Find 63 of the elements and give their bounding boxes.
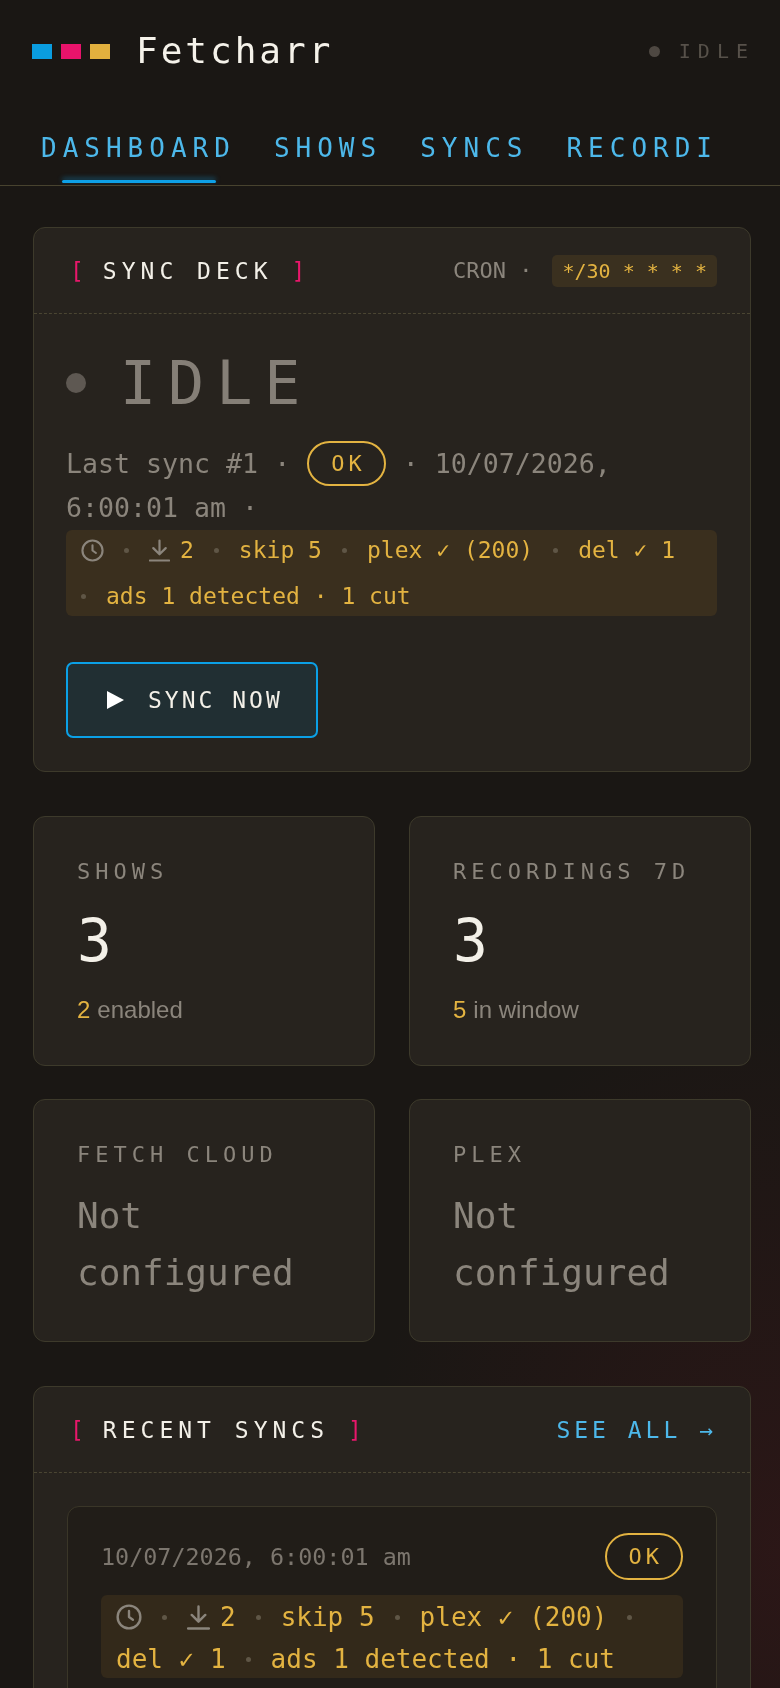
state-dot-icon bbox=[66, 373, 86, 393]
section-title: SYNC DECK bbox=[102, 256, 273, 286]
separator-dot-icon bbox=[394, 1614, 400, 1620]
summary-item: ads 1 detected · 1 cut bbox=[270, 1643, 615, 1676]
close-bracket: ] bbox=[348, 1415, 362, 1445]
summary-item: skip 5 bbox=[238, 536, 322, 565]
cron-expression: */30 * * * * bbox=[551, 254, 717, 287]
open-bracket: [ bbox=[70, 256, 84, 286]
app-title: Fetcharr bbox=[136, 29, 334, 73]
stat-detail-count: 5 bbox=[453, 995, 467, 1025]
download-icon bbox=[187, 1604, 210, 1630]
download-count: 2 bbox=[220, 1601, 236, 1634]
separator-dot-icon bbox=[162, 1614, 167, 1620]
nav-tab[interactable]: SYNCS bbox=[410, 102, 539, 185]
nav-tab[interactable]: SHOWS bbox=[263, 102, 393, 185]
summary-item: del ✓ 1 bbox=[578, 536, 676, 565]
stat-detail-count: 2 bbox=[77, 995, 91, 1025]
summary-item: skip 5 bbox=[280, 1601, 375, 1634]
stat-value: 3 bbox=[77, 908, 112, 974]
summary-item: plex ✓ (200) bbox=[366, 536, 534, 565]
summary-item: del ✓ 1 bbox=[116, 1643, 226, 1676]
open-bracket: [ bbox=[70, 1415, 84, 1445]
status-dot-icon bbox=[648, 45, 660, 57]
stat-detail: in window bbox=[473, 995, 579, 1025]
status-badge: OK bbox=[307, 441, 386, 486]
service-status: Not configured bbox=[453, 1194, 671, 1295]
separator-dot-icon bbox=[245, 1656, 251, 1662]
stat-value: 3 bbox=[453, 908, 488, 974]
service-status: Not configured bbox=[77, 1194, 295, 1295]
status-badge: OK bbox=[604, 1533, 683, 1580]
sync-time: 10/07/2026, 6:00:01 am bbox=[101, 1541, 411, 1573]
nav-tab[interactable]: RECORDI bbox=[556, 102, 729, 185]
nav-tab[interactable]: DASHBOARD bbox=[31, 102, 246, 185]
last-sync-time: 6:00:01 am · bbox=[66, 491, 259, 525]
last-sync-date: · 10/07/2026, bbox=[402, 446, 611, 481]
logo-icon bbox=[32, 43, 110, 59]
stat-label: RECORDINGS 7D bbox=[453, 858, 691, 886]
download-count: 2 bbox=[180, 536, 194, 565]
separator-dot-icon bbox=[255, 1614, 261, 1620]
status-text: IDLE bbox=[678, 38, 755, 65]
play-icon bbox=[106, 691, 124, 709]
see-all-link[interactable]: SEE ALL → bbox=[556, 1414, 717, 1445]
clock-icon bbox=[81, 538, 104, 562]
summary-item: ads 1 detected · 1 cut bbox=[106, 582, 411, 611]
stat-detail: enabled bbox=[97, 995, 183, 1025]
separator-dot-icon bbox=[553, 547, 559, 553]
stat-label: FETCH CLOUD bbox=[77, 1141, 278, 1169]
separator-dot-icon bbox=[341, 547, 347, 553]
sync-now-button[interactable]: SYNC NOW bbox=[66, 662, 318, 738]
separator-dot-icon bbox=[213, 547, 219, 553]
sync-state: IDLE bbox=[120, 347, 313, 419]
section-title: RECENT SYNCS bbox=[102, 1415, 330, 1445]
separator-dot-icon bbox=[124, 547, 129, 553]
close-bracket: ] bbox=[291, 256, 306, 286]
stat-label: PLEX bbox=[453, 1141, 526, 1169]
stat-label: SHOWS bbox=[77, 858, 169, 886]
last-sync-label: Last sync #1 · bbox=[66, 446, 291, 481]
clock-icon bbox=[116, 1604, 142, 1630]
separator-dot-icon bbox=[81, 593, 86, 599]
summary-item: plex ✓ (200) bbox=[419, 1601, 608, 1634]
download-icon bbox=[149, 538, 170, 562]
cron-label: CRON · bbox=[453, 256, 533, 285]
separator-dot-icon bbox=[627, 1614, 633, 1620]
